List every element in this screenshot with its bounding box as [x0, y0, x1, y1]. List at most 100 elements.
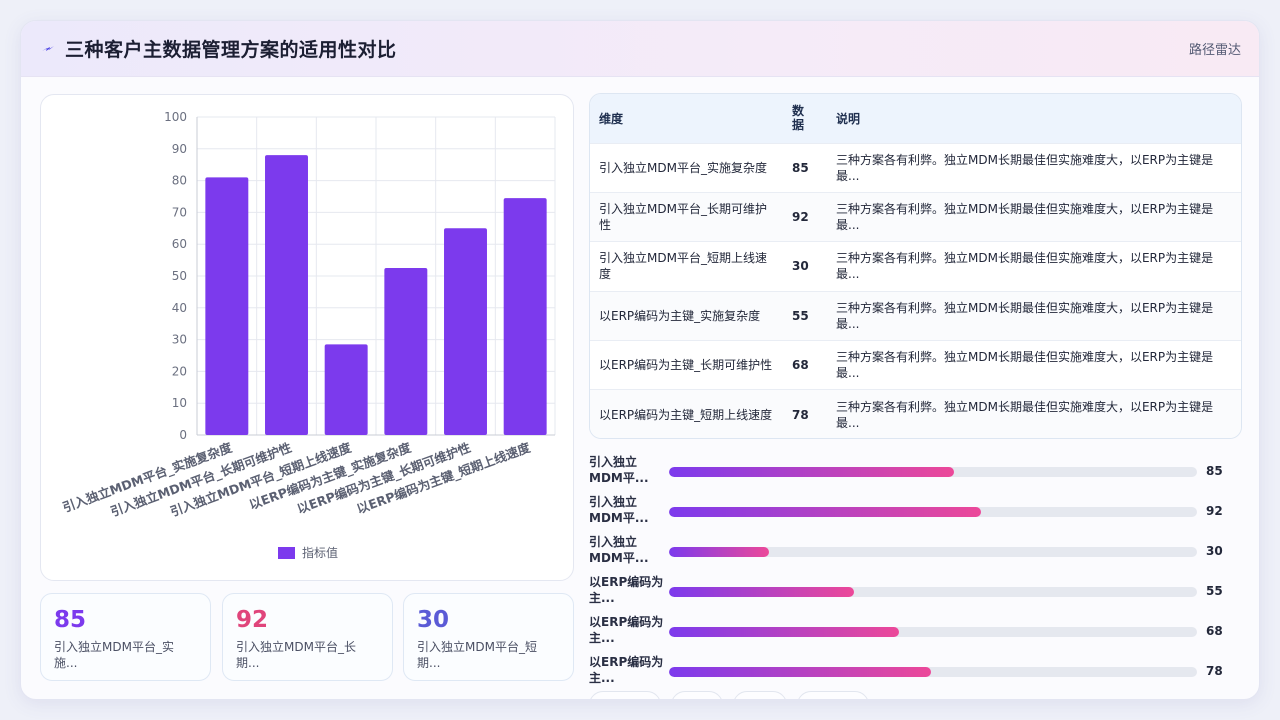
stat-card-2: 92 引入独立MDM平台_长 期... — [222, 593, 393, 681]
progress-row: 引入独立 MDM平... 92 — [589, 486, 1249, 526]
cell-note: 三种方案各有利弊。独立MDM长期最佳但实施难度大，以ERP为主键是 最... — [836, 152, 1214, 183]
progress-value: 92 — [1206, 504, 1223, 518]
y-tick-label: 60 — [172, 237, 187, 251]
y-tick-label: 40 — [172, 301, 187, 315]
progress-track — [669, 627, 1197, 637]
progress-fill — [669, 507, 981, 517]
progress-fill — [669, 547, 770, 557]
y-tick-label: 80 — [172, 174, 187, 188]
table-header-row: 维度 数据 说明 — [590, 94, 1241, 143]
cell-note: 三种方案各有利弊。独立MDM长期最佳但实施难度大，以ERP为主键是 最... — [836, 202, 1214, 233]
y-tick-label: 10 — [172, 396, 187, 410]
y-tick-label: 0 — [179, 428, 187, 442]
column-header-value[interactable]: 数据 — [788, 94, 828, 143]
cell-dimension: 引入独立MDM平台_短期上线速度 — [599, 251, 767, 282]
progress-track — [669, 467, 1197, 477]
cell-value: 55 — [792, 308, 809, 323]
progress-value: 85 — [1206, 464, 1223, 478]
progress-fill — [669, 467, 955, 477]
progress-fill — [669, 667, 932, 677]
stat-card-1: 85 引入独立MDM平台_实 施... — [40, 593, 211, 681]
cell-note: 三种方案各有利弊。独立MDM长期最佳但实施难度大，以ERP为主键是 最... — [836, 251, 1214, 282]
progress-label: 以ERP编码为 主... — [589, 575, 664, 605]
progress-value: 55 — [1206, 584, 1223, 598]
stat-card-3: 30 引入独立MDM平台_短 期... — [403, 593, 574, 681]
cell-note: 三种方案各有利弊。独立MDM长期最佳但实施难度大，以ERP为主键是 最... — [836, 399, 1214, 430]
cell-note: 三种方案各有利弊。独立MDM长期最佳但实施难度大，以ERP为主键是 最... — [836, 350, 1214, 381]
cell-dimension: 引入独立MDM平台_实施复杂度 — [599, 160, 767, 175]
cell-value: 68 — [792, 358, 809, 373]
view-mode-label[interactable]: 路径雷达 — [1189, 39, 1241, 58]
progress-track — [669, 667, 1197, 677]
progress-label: 以ERP编码为 主... — [589, 655, 664, 685]
progress-label: 引入独立 MDM平... — [589, 535, 649, 565]
progress-row: 以ERP编码为 主... 68 — [589, 606, 1249, 646]
filter-chip[interactable] — [671, 691, 723, 699]
progress-track — [669, 587, 1197, 597]
progress-value: 78 — [1206, 664, 1223, 678]
progress-fill — [669, 587, 854, 597]
filter-chips — [589, 691, 989, 699]
column-header-note[interactable]: 说明 — [828, 94, 1241, 143]
header-bar: 三种客户主数据管理方案的适用性对比 路径雷达 — [21, 21, 1259, 77]
stat-label: 引入独立MDM平台_短 期... — [417, 640, 537, 670]
stat-value: 92 — [236, 607, 269, 633]
progress-track — [669, 547, 1197, 557]
table-row[interactable]: 以ERP编码为主键_长期可维护性 68 三种方案各有利弊。独立MDM长期最佳但实施难… — [590, 340, 1241, 390]
progress-label: 引入独立 MDM平... — [589, 455, 649, 485]
cell-dimension: 引入独立MDM平台_长期可维护性 — [599, 202, 767, 233]
bar-2 — [265, 155, 308, 435]
bar-chart-card: 0 10 20 30 40 50 60 70 80 90 100 引入独立MDM平台_实施复杂度 引入独… — [40, 94, 574, 581]
cell-value: 85 — [792, 160, 809, 175]
progress-row: 以ERP编码为 主... 55 — [589, 566, 1249, 606]
column-header-dimension[interactable]: 维度 — [590, 94, 788, 143]
data-table-card: 维度 数据 说明 引入独立MDM平台_实施复杂度 85 三种方案各有利弊。独立MDM… — [589, 93, 1242, 439]
y-tick-label: 50 — [172, 269, 187, 283]
cell-dimension: 以ERP编码为主键_长期可维护性 — [599, 358, 773, 373]
y-tick-label: 30 — [172, 333, 187, 347]
progress-label: 以ERP编码为 主... — [589, 615, 664, 645]
spark-icon — [42, 45, 54, 51]
table-row[interactable]: 以ERP编码为主键_实施复杂度 55 三种方案各有利弊。独立MDM长期最佳但实施难度… — [590, 291, 1241, 341]
stat-value: 30 — [417, 607, 450, 633]
table-row[interactable]: 引入独立MDM平台_长期可维护性 92 三种方案各有利弊。独立MDM长期最佳但实施难… — [590, 192, 1241, 242]
dashboard-frame: 三种客户主数据管理方案的适用性对比 路径雷达 0 10 20 30 40 50 60 70 80… — [20, 20, 1260, 700]
y-tick-label: 70 — [172, 205, 187, 219]
stat-label: 引入独立MDM平台_实 施... — [54, 640, 174, 670]
data-table: 维度 数据 说明 引入独立MDM平台_实施复杂度 85 三种方案各有利弊。独立MDM… — [590, 94, 1241, 438]
progress-track — [669, 507, 1197, 517]
progress-row: 以ERP编码为 主... 78 — [589, 646, 1249, 686]
cell-note: 三种方案各有利弊。独立MDM长期最佳但实施难度大，以ERP为主键是 最... — [836, 300, 1214, 331]
filter-chip[interactable] — [733, 691, 787, 699]
cell-value: 30 — [792, 259, 809, 274]
cell-value: 92 — [792, 210, 809, 225]
filter-chip[interactable] — [797, 691, 869, 699]
progress-label: 引入独立 MDM平... — [589, 495, 649, 525]
bar-3 — [324, 344, 368, 435]
progress-value: 68 — [1206, 624, 1223, 638]
bar-4 — [384, 268, 428, 435]
bar-6 — [503, 198, 547, 435]
bar-1 — [205, 177, 249, 436]
table-row[interactable]: 以ERP编码为主键_短期上线速度 78 三种方案各有利弊。独立MDM长期最佳但实施难… — [590, 389, 1241, 438]
y-tick-label: 20 — [172, 364, 187, 378]
progress-fill — [669, 627, 899, 637]
cell-dimension: 以ERP编码为主键_短期上线速度 — [599, 407, 773, 422]
y-tick-label: 90 — [172, 142, 187, 156]
legend-swatch — [278, 547, 295, 559]
progress-row: 引入独立 MDM平... 85 — [589, 446, 1249, 486]
page-title: 三种客户主数据管理方案的适用性对比 — [65, 39, 397, 61]
bar-5 — [444, 228, 487, 435]
table-row[interactable]: 引入独立MDM平台_短期上线速度 30 三种方案各有利弊。独立MDM长期最佳但实施难… — [590, 241, 1241, 291]
cell-value: 78 — [792, 407, 809, 422]
cell-dimension: 以ERP编码为主键_实施复杂度 — [599, 308, 761, 323]
stat-value: 85 — [54, 607, 87, 633]
filter-chip[interactable] — [589, 691, 661, 699]
table-row[interactable]: 引入独立MDM平台_实施复杂度 85 三种方案各有利弊。独立MDM长期最佳但实施难度… — [590, 143, 1241, 192]
progress-row: 引入独立 MDM平... 30 — [589, 526, 1249, 566]
progress-value: 30 — [1206, 544, 1223, 558]
bar-chart: 0102030405060708090100引入独立MDM平台_实施复杂度引入独… — [61, 110, 556, 560]
stat-label: 引入独立MDM平台_长 期... — [236, 640, 356, 670]
y-tick-label: 100 — [164, 110, 187, 124]
legend-label: 指标值 — [302, 545, 338, 560]
